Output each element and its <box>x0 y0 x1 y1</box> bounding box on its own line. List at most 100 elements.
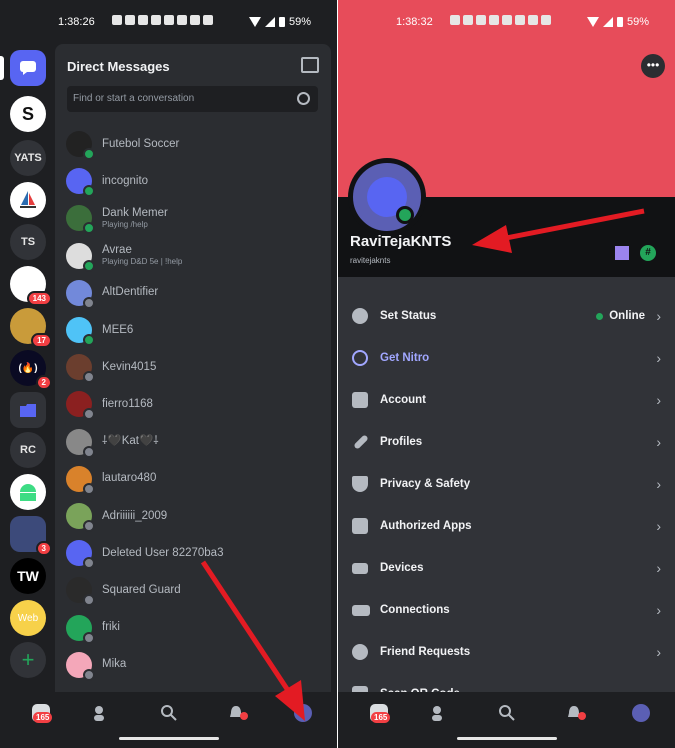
search-icon <box>297 92 310 105</box>
menu-profiles[interactable]: Profiles › <box>338 421 675 463</box>
dm-avatar <box>66 354 95 384</box>
dm-search-input[interactable]: Find or start a conversation <box>67 86 318 112</box>
dm-list-item[interactable]: Dank Memer Playing /help <box>66 202 326 235</box>
dm-avatar <box>66 614 95 644</box>
dm-name: Futebol Soccer <box>102 137 180 150</box>
search-tab-icon[interactable] <box>160 704 178 722</box>
monitor-icon <box>352 562 368 574</box>
dm-list-item[interactable]: friki <box>66 612 326 644</box>
dm-name: Deleted User 82270ba3 <box>102 546 224 559</box>
server-badge: 143 <box>26 291 52 306</box>
dm-home-button[interactable] <box>10 50 46 86</box>
server-freecodecamp[interactable]: (🔥) 2 <box>10 350 52 390</box>
menu-set-status[interactable]: Set Status Online › <box>338 295 675 337</box>
server-tw[interactable]: TW <box>10 558 46 594</box>
server-avatar-man[interactable]: 17 <box>10 308 52 348</box>
server-s[interactable]: S <box>10 96 46 132</box>
status-icon <box>352 308 368 324</box>
dm-list-item[interactable]: Adriiiiii_2009 <box>66 500 326 532</box>
dm-name: incognito <box>102 174 149 187</box>
presence-status-icon <box>83 185 95 198</box>
presence-status-icon <box>83 408 95 421</box>
new-dm-icon[interactable] <box>301 57 319 73</box>
dm-list-item[interactable]: Futebol Soccer <box>66 128 326 160</box>
dm-name: fierro1168 <box>102 397 153 410</box>
gesture-bar <box>118 737 219 740</box>
home-badge: 165 <box>371 712 391 723</box>
dm-list-item[interactable]: MEE6 <box>66 314 326 346</box>
friends-tab-icon[interactable] <box>430 704 448 722</box>
hashtag-badge-icon[interactable]: # <box>640 245 656 261</box>
profile-avatar[interactable] <box>348 158 426 236</box>
chevron-right-icon: › <box>656 308 661 324</box>
dm-avatar <box>66 540 95 570</box>
system-icons: 59% <box>586 16 649 28</box>
dm-name: Dank Memer <box>102 206 168 219</box>
profile-tab-avatar[interactable] <box>632 704 650 722</box>
menu-friend-requests[interactable]: Friend Requests › <box>338 631 675 673</box>
menu-get-nitro[interactable]: Get Nitro › <box>338 337 675 379</box>
battery-icon <box>278 17 285 27</box>
presence-status-icon <box>83 482 95 495</box>
dm-list-item[interactable]: Avrae Playing D&D 5e | !help <box>66 240 326 272</box>
menu-privacy-safety[interactable]: Privacy & Safety › <box>338 463 675 505</box>
apps-icon <box>352 518 368 534</box>
dm-list-item[interactable]: Deleted User 82270ba3 <box>66 537 326 570</box>
signal-icon <box>264 17 275 27</box>
right-screen: 1:38:32 59% ••• RaviTejaKNTS ravitejaknt… <box>338 0 675 748</box>
server-android[interactable] <box>10 474 46 510</box>
search-tab-icon[interactable] <box>498 704 516 722</box>
username: ravitejaknts <box>350 256 391 265</box>
dm-avatar <box>66 205 95 235</box>
friend-request-icon <box>352 644 368 660</box>
notif-dot <box>578 712 586 720</box>
presence-status-icon <box>83 557 95 570</box>
server-sailboat[interactable] <box>10 182 46 218</box>
dm-list-item[interactable]: Kevin4015 <box>66 351 326 384</box>
bottom-nav: 165 <box>0 692 337 748</box>
folder-icon <box>20 403 36 417</box>
dm-title: Direct Messages <box>67 59 170 74</box>
friends-tab-icon[interactable] <box>92 704 110 722</box>
notif-dot <box>240 712 248 720</box>
profile-tab-avatar[interactable] <box>294 704 312 722</box>
online-status-icon <box>396 206 414 224</box>
presence-status-icon <box>83 371 95 384</box>
menu-account[interactable]: Account › <box>338 379 675 421</box>
add-server-button[interactable]: + <box>10 642 46 678</box>
server-folder[interactable] <box>10 392 46 428</box>
dm-list-item[interactable]: Mika <box>66 649 326 681</box>
menu-authorized-apps[interactable]: Authorized Apps › <box>338 505 675 547</box>
server-ts[interactable]: TS <box>10 224 46 260</box>
dm-list-item[interactable]: ⸸🖤Kat🖤⸸ <box>66 426 326 458</box>
dm-avatar <box>66 279 95 309</box>
dm-list-item[interactable]: incognito <box>66 165 326 198</box>
dm-list-item[interactable]: AltDentifier <box>66 277 326 309</box>
more-options-button[interactable]: ••• <box>641 54 665 78</box>
bottom-nav: 165 <box>338 692 675 748</box>
hypesquad-badge-icon[interactable] <box>615 246 629 260</box>
server-rc[interactable]: RC <box>10 432 46 468</box>
pencil-icon <box>353 434 369 450</box>
chevron-right-icon: › <box>656 644 661 660</box>
dm-name: lautaro480 <box>102 472 157 485</box>
dm-avatar <box>66 131 95 160</box>
server-google-folder[interactable]: 3 <box>10 516 52 556</box>
presence-status-icon <box>83 259 95 272</box>
server-gmail-robot[interactable]: 143 <box>10 266 52 306</box>
menu-connections[interactable]: Connections › <box>338 589 675 631</box>
server-web[interactable]: Web <box>10 600 46 636</box>
battery-icon <box>616 17 623 27</box>
dm-list-item[interactable]: Squared Guard <box>66 574 326 607</box>
dm-list-item[interactable]: lautaro480 <box>66 463 326 495</box>
search-placeholder: Find or start a conversation <box>73 93 195 104</box>
connections-icon <box>352 604 370 616</box>
server-yats[interactable]: YATS <box>10 140 46 176</box>
menu-devices[interactable]: Devices › <box>338 547 675 589</box>
chat-bubble-icon <box>20 61 36 75</box>
selected-indicator <box>0 56 4 80</box>
online-dot-icon <box>596 312 604 320</box>
chevron-right-icon: › <box>656 518 661 534</box>
dm-activity: Playing D&D 5e | !help <box>102 257 183 267</box>
dm-list-item[interactable]: fierro1168 <box>66 388 326 421</box>
